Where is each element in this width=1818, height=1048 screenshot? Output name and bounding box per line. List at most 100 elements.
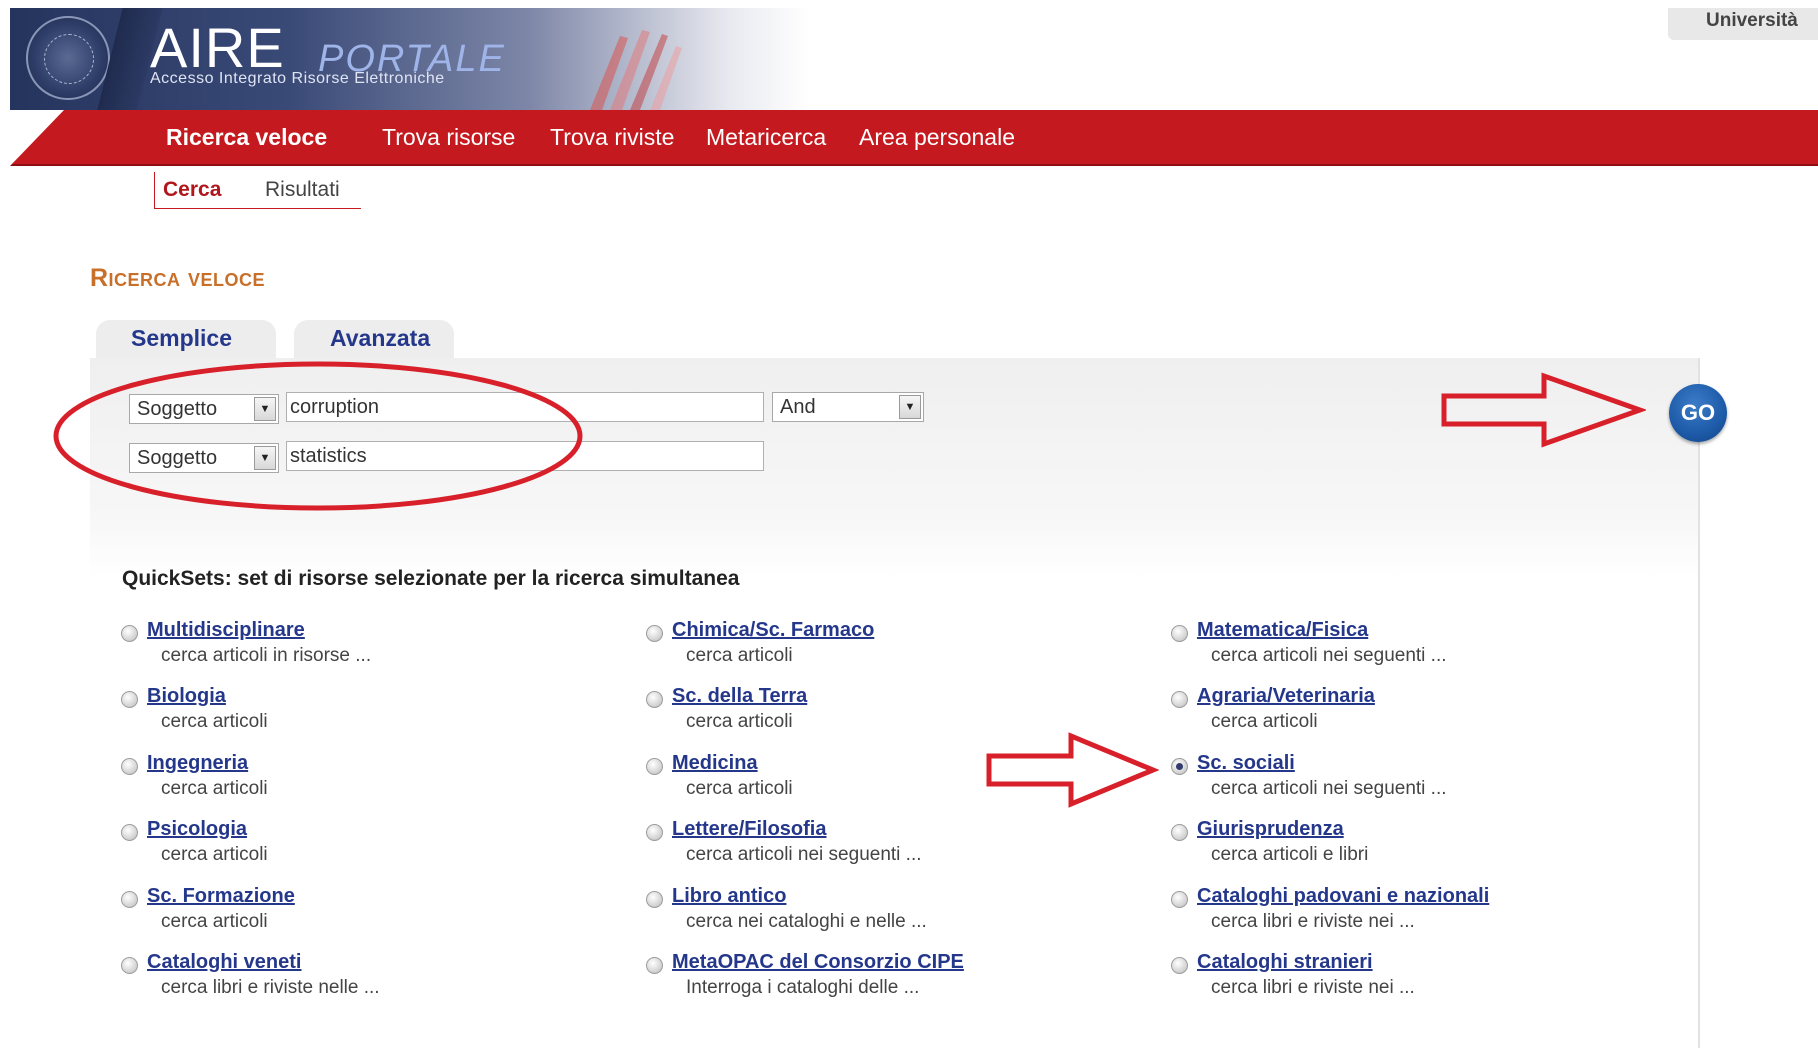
quickset-radio[interactable] [646, 824, 663, 841]
quickset-item[interactable]: Libro antico cerca nei cataloghi e nelle … [646, 885, 1146, 945]
chevron-down-icon[interactable]: ▼ [254, 397, 276, 421]
logo-subtitle: Accesso Integrato Risorse Elettroniche [150, 70, 445, 87]
tab-avanzata[interactable]: Avanzata [330, 318, 430, 358]
quickset-radio[interactable] [1171, 957, 1188, 974]
quickset-item[interactable]: Sc. sociali cerca articoli nei seguenti .… [1171, 752, 1671, 812]
quickset-item[interactable]: Sc. Formazione cerca articoli [121, 885, 621, 945]
quickset-title-link[interactable]: Cataloghi padovani e nazionali [1197, 885, 1489, 908]
quickset-description: cerca articoli [161, 711, 268, 732]
quickset-title-link[interactable]: MetaOPAC del Consorzio CIPE [672, 951, 964, 974]
quickset-item[interactable]: Lettere/Filosofia cerca articoli nei segu… [646, 818, 1146, 878]
quickset-description: cerca articoli [1211, 711, 1318, 732]
quickset-radio[interactable] [1171, 891, 1188, 908]
chevron-down-icon[interactable]: ▼ [254, 446, 276, 470]
quickset-radio[interactable] [1171, 758, 1188, 775]
quickset-radio[interactable] [646, 625, 663, 642]
quickset-item[interactable]: Ingegneria cerca articoli [121, 752, 621, 812]
quickset-item[interactable]: Sc. della Terra cerca articoli [646, 685, 1146, 745]
quickset-description: cerca libri e riviste nei ... [1211, 977, 1415, 998]
quickset-title-link[interactable]: Sc. Formazione [147, 885, 295, 908]
quickset-description: cerca articoli e libri [1211, 844, 1369, 865]
quickset-item[interactable]: Medicina cerca articoli [646, 752, 1146, 812]
subnav-cerca[interactable]: Cerca [163, 178, 221, 202]
field-select-1[interactable]: Soggetto ▼ [129, 394, 279, 424]
quickset-description: cerca articoli nei seguenti ... [686, 844, 922, 865]
nav-notch [10, 110, 64, 166]
quickset-radio[interactable] [646, 891, 663, 908]
quickset-description: cerca articoli nei seguenti ... [1211, 645, 1447, 666]
logo-aire: AIRE [150, 16, 285, 79]
field-select-2[interactable]: Soggetto ▼ [129, 443, 279, 473]
quickset-item[interactable]: Giurisprudenza cerca articoli e libri [1171, 818, 1671, 878]
quickset-title-link[interactable]: Giurisprudenza [1197, 818, 1344, 841]
search-input-1[interactable]: corruption [286, 392, 764, 422]
quickset-description: cerca articoli [686, 645, 793, 666]
field-select-2-value: Soggetto [137, 447, 218, 469]
quickset-item[interactable]: Agraria/Veterinaria cerca articoli [1171, 685, 1671, 745]
nav-trova-riviste[interactable]: Trova riviste [550, 110, 674, 164]
quickset-radio[interactable] [646, 691, 663, 708]
quickset-item[interactable]: Cataloghi padovani e nazionali cerca libr… [1171, 885, 1671, 945]
search-input-2[interactable]: statistics [286, 441, 764, 471]
operator-select-value: And [780, 396, 816, 418]
subnav-risultati[interactable]: Risultati [265, 178, 340, 202]
quickset-item[interactable]: Biologia cerca articoli [121, 685, 621, 745]
quickset-radio[interactable] [646, 758, 663, 775]
go-button[interactable]: GO [1669, 384, 1727, 442]
quickset-radio[interactable] [646, 957, 663, 974]
quickset-radio[interactable] [1171, 625, 1188, 642]
quickset-title-link[interactable]: Cataloghi stranieri [1197, 951, 1373, 974]
nav-trova-risorse[interactable]: Trova risorse [382, 110, 515, 164]
nav-metaricerca[interactable]: Metaricerca [706, 110, 826, 164]
quickset-description: Interroga i cataloghi delle ... [686, 977, 920, 998]
quickset-item[interactable]: Cataloghi stranieri cerca libri e riviste… [1171, 951, 1671, 1011]
quickset-radio[interactable] [1171, 824, 1188, 841]
quickset-description: cerca libri e riviste nei ... [1211, 911, 1415, 932]
quickset-item[interactable]: Matematica/Fisica cerca articoli nei segu… [1171, 619, 1671, 679]
quickset-item[interactable]: Chimica/Sc. Farmaco cerca articoli [646, 619, 1146, 679]
tab-semplice[interactable]: Semplice [131, 318, 232, 358]
quickset-description: cerca articoli [686, 711, 793, 732]
quickset-title-link[interactable]: Biologia [147, 685, 226, 708]
quickset-item[interactable]: Multidisciplinare cerca articoli in risor… [121, 619, 621, 679]
quickset-title-link[interactable]: Sc. della Terra [672, 685, 807, 708]
quickset-radio[interactable] [121, 691, 138, 708]
nav-area-personale[interactable]: Area personale [859, 110, 1015, 164]
quickset-title-link[interactable]: Agraria/Veterinaria [1197, 685, 1375, 708]
quickset-item[interactable]: MetaOPAC del Consorzio CIPE Interroga i c… [646, 951, 1146, 1011]
quickset-description: cerca libri e riviste nelle ... [161, 977, 380, 998]
site-header: AIRE PORTALE Accesso Integrato Risorse E… [0, 0, 1818, 110]
quickset-description: cerca articoli [161, 778, 268, 799]
institution-label[interactable]: Università [1706, 10, 1798, 32]
quickset-description: cerca articoli [161, 911, 268, 932]
chevron-down-icon[interactable]: ▼ [899, 395, 921, 419]
quickset-item[interactable]: Cataloghi veneti cerca libri e riviste ne… [121, 951, 621, 1011]
quickset-description: cerca articoli [686, 778, 793, 799]
field-select-1-value: Soggetto [137, 398, 218, 420]
quickset-title-link[interactable]: Ingegneria [147, 752, 248, 775]
quickset-title-link[interactable]: Psicologia [147, 818, 247, 841]
quickset-title-link[interactable]: Libro antico [672, 885, 786, 908]
quickset-item[interactable]: Psicologia cerca articoli [121, 818, 621, 878]
quickset-description: cerca articoli nei seguenti ... [1211, 778, 1447, 799]
quickset-title-link[interactable]: Medicina [672, 752, 758, 775]
banner-streaks-graphic [590, 30, 682, 110]
quicksets-heading: QuickSets: set di risorse selezionate pe… [122, 567, 740, 590]
quickset-title-link[interactable]: Multidisciplinare [147, 619, 305, 642]
quickset-radio[interactable] [121, 758, 138, 775]
quickset-title-link[interactable]: Chimica/Sc. Farmaco [672, 619, 874, 642]
quickset-title-link[interactable]: Sc. sociali [1197, 752, 1295, 775]
quickset-radio[interactable] [121, 891, 138, 908]
operator-select[interactable]: And ▼ [772, 392, 924, 422]
quickset-title-link[interactable]: Lettere/Filosofia [672, 818, 826, 841]
quickset-description: cerca nei cataloghi e nelle ... [686, 911, 927, 932]
quickset-title-link[interactable]: Matematica/Fisica [1197, 619, 1368, 642]
quickset-radio[interactable] [121, 625, 138, 642]
quickset-title-link[interactable]: Cataloghi veneti [147, 951, 301, 974]
quickset-radio[interactable] [121, 824, 138, 841]
quickset-description: cerca articoli in risorse ... [161, 645, 372, 666]
quickset-radio[interactable] [121, 957, 138, 974]
nav-ricerca-veloce[interactable]: Ricerca veloce [166, 110, 327, 164]
quickset-radio[interactable] [1171, 691, 1188, 708]
university-seal-logo [26, 16, 110, 100]
